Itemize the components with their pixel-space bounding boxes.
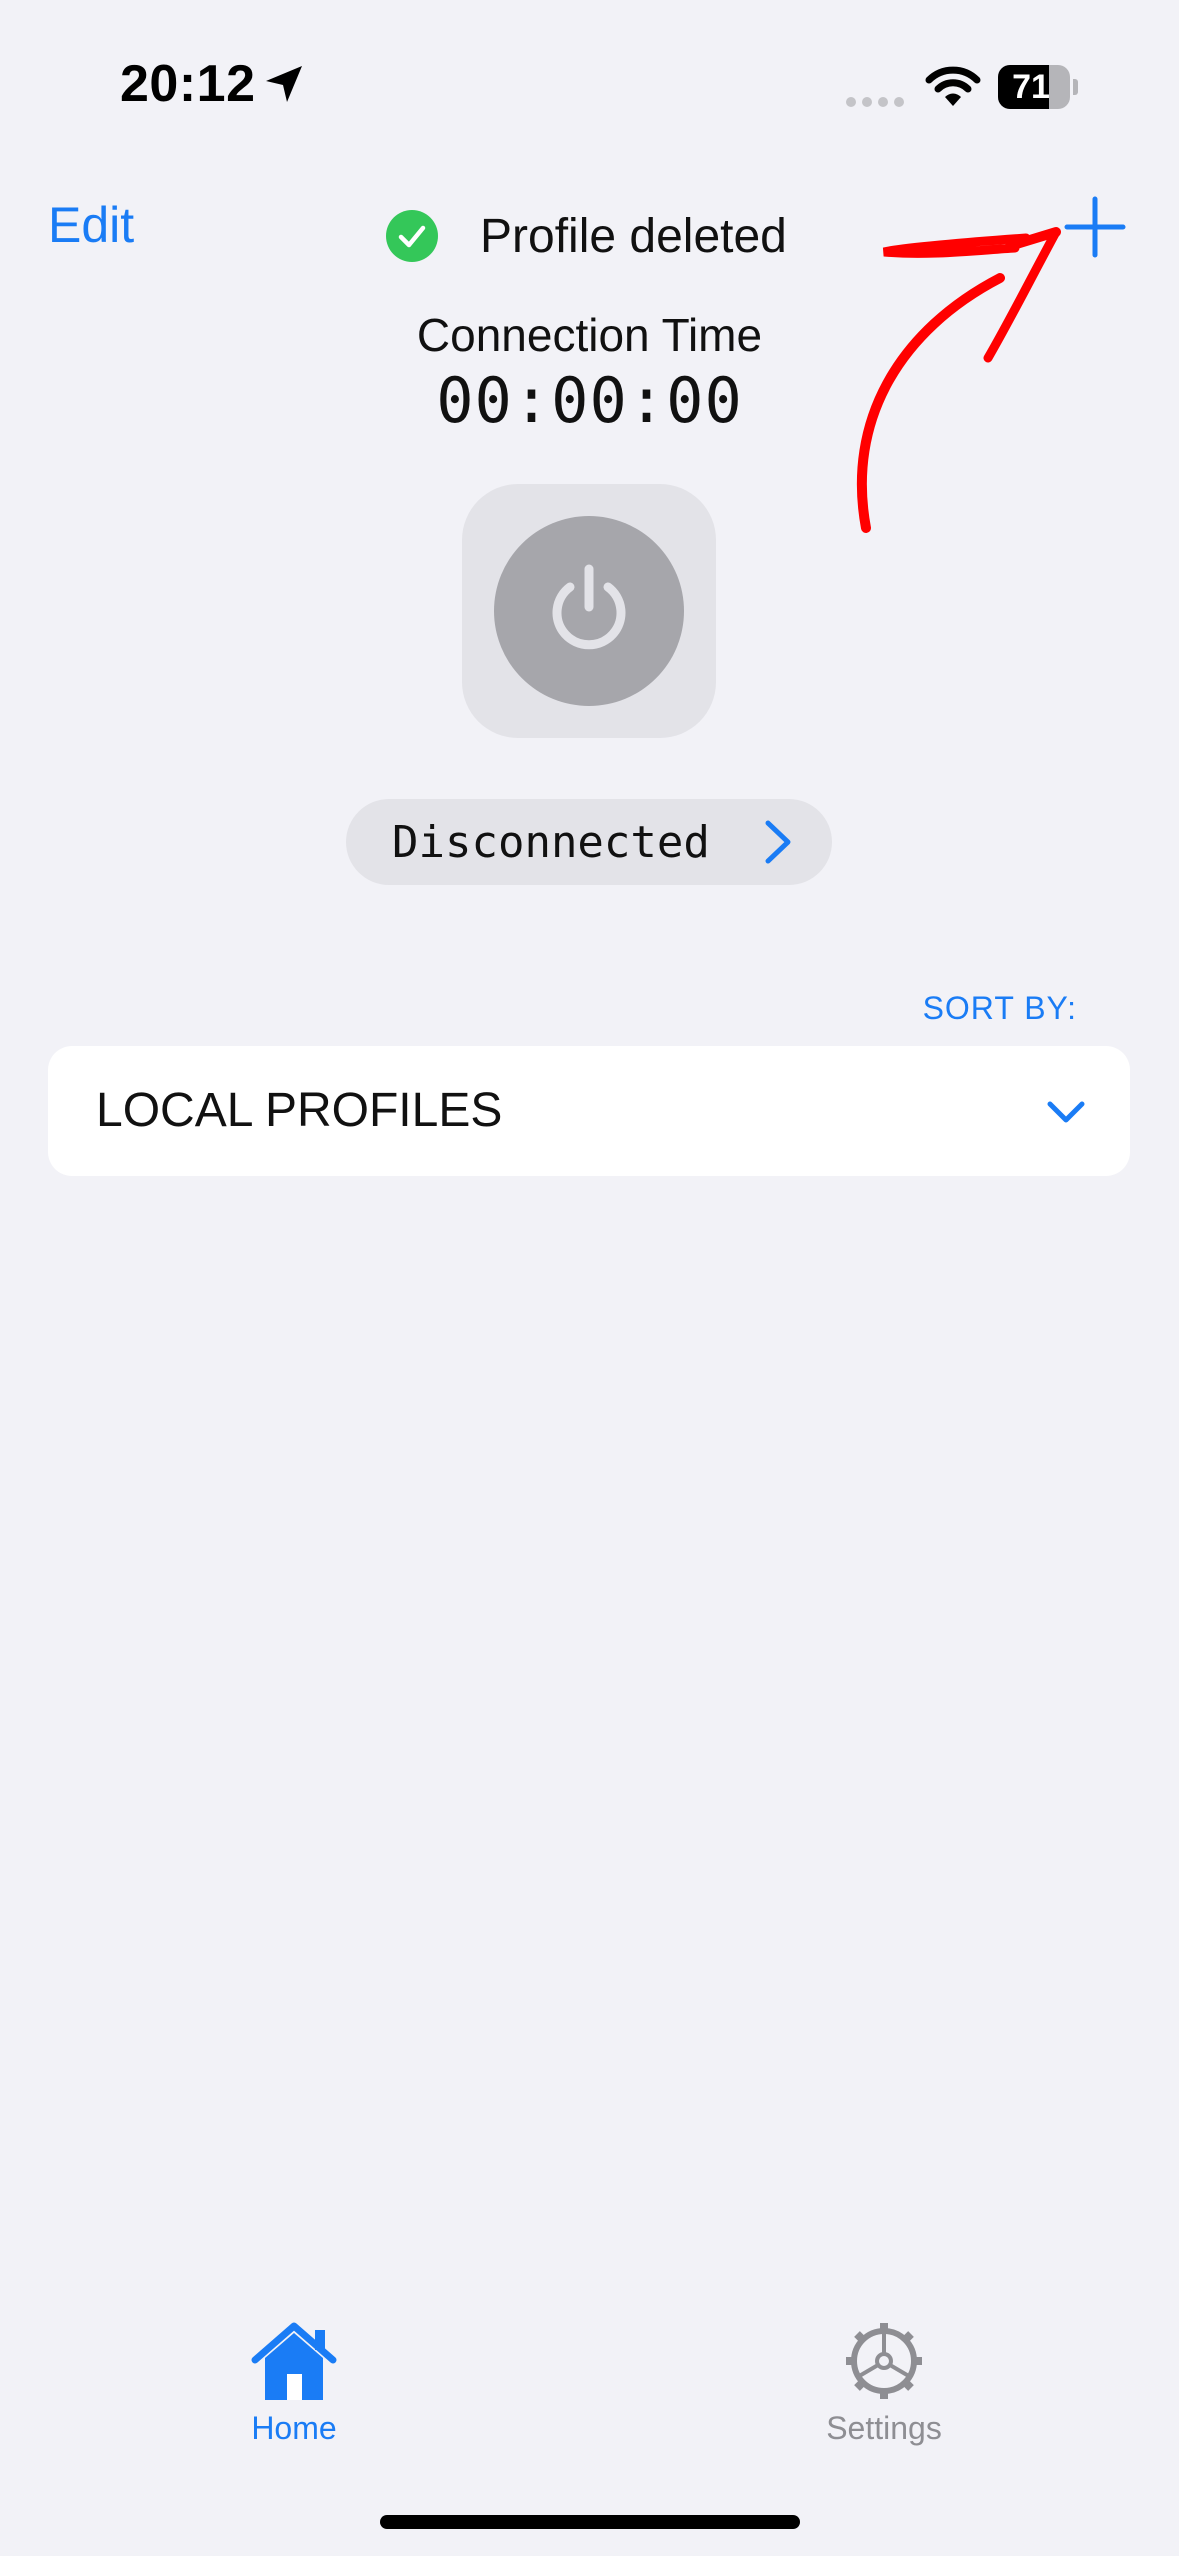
battery-cap bbox=[1073, 79, 1078, 95]
chevron-down-icon bbox=[1047, 1101, 1085, 1123]
wifi-icon bbox=[925, 66, 981, 106]
power-icon bbox=[552, 564, 626, 650]
app-screen: 20:12 71 Edit Profile deleted Connection… bbox=[0, 0, 1179, 2556]
sort-by-button[interactable]: SORT BY: bbox=[923, 990, 1077, 1027]
signal-icon bbox=[846, 97, 904, 107]
gear-icon bbox=[846, 2323, 922, 2399]
tab-home[interactable]: Home bbox=[174, 2320, 414, 2447]
connection-status-button[interactable]: Disconnected bbox=[346, 799, 832, 885]
local-profiles-label: LOCAL PROFILES bbox=[96, 1084, 503, 1137]
house-icon bbox=[251, 2322, 337, 2400]
local-profiles-section[interactable]: LOCAL PROFILES bbox=[48, 1046, 1130, 1176]
battery-level: 71 bbox=[1012, 68, 1050, 106]
status-time: 20:12 bbox=[120, 55, 256, 113]
connection-time-title: Connection Time bbox=[416, 309, 763, 361]
power-button[interactable] bbox=[462, 484, 716, 738]
toast-text: Profile deleted bbox=[480, 209, 787, 263]
battery-body: 71 bbox=[998, 65, 1070, 109]
connection-status-text: Disconnected bbox=[392, 816, 710, 868]
tab-settings-label: Settings bbox=[826, 2410, 942, 2446]
checkmark-circle-icon bbox=[386, 210, 438, 262]
tab-home-label: Home bbox=[251, 2410, 337, 2446]
chevron-right-icon bbox=[765, 820, 791, 864]
tab-settings[interactable]: Settings bbox=[764, 2320, 1004, 2447]
home-indicator bbox=[380, 2515, 800, 2529]
edit-button[interactable]: Edit bbox=[48, 196, 134, 254]
connection-time-value: 00:00:00 bbox=[436, 364, 743, 437]
add-profile-button[interactable] bbox=[1064, 196, 1126, 258]
battery-icon: 71 bbox=[998, 65, 1078, 109]
location-arrow-icon bbox=[266, 66, 302, 102]
toast-notification: Profile deleted bbox=[386, 206, 787, 266]
power-button-circle bbox=[494, 516, 684, 706]
